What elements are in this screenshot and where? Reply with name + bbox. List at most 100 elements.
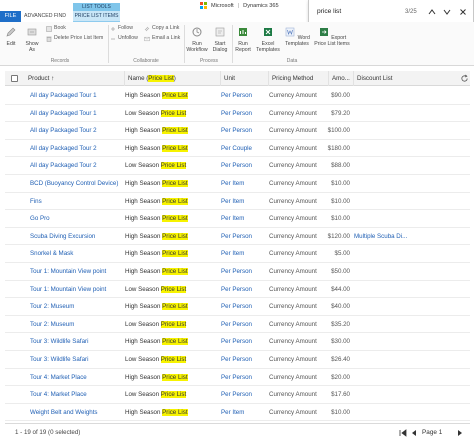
unit-link[interactable]: Per Person: [221, 351, 267, 368]
tab-file[interactable]: FILE: [0, 11, 21, 22]
unit-link[interactable]: Per Person: [221, 298, 267, 315]
first-page-icon[interactable]: [398, 424, 408, 442]
product-link[interactable]: Scuba Diving Excursion: [30, 228, 125, 245]
product-link[interactable]: Tour 3: Wildlife Safari: [30, 351, 125, 368]
product-link[interactable]: Tour 1: Mountain View point: [30, 263, 125, 280]
show-as-button[interactable]: Show As: [22, 26, 42, 53]
discount-list-link[interactable]: [354, 193, 444, 210]
tab-price-list-items[interactable]: PRICE LIST ITEMS: [73, 11, 120, 22]
find-next-icon[interactable]: [442, 6, 452, 18]
delete-price-list-item-button[interactable]: Delete Price List Item: [46, 34, 103, 43]
table-row[interactable]: Tour 1: Mountain View point High Season P…: [5, 263, 470, 281]
unit-link[interactable]: Per Person: [221, 263, 267, 280]
start-dialog-button[interactable]: Start Dialog: [210, 26, 230, 53]
product-link[interactable]: Go Pro: [30, 210, 125, 227]
unit-link[interactable]: Per Item: [221, 404, 267, 421]
unit-link[interactable]: Per Item: [221, 210, 267, 227]
unit-link[interactable]: Per Item: [221, 245, 267, 262]
tab-advanced-find[interactable]: ADVANCED FIND: [24, 11, 66, 22]
column-header-pricing-method[interactable]: Pricing Method: [269, 71, 329, 86]
table-row[interactable]: All day Packaged Tour 2 Low Season Price …: [5, 157, 470, 175]
table-row[interactable]: Tour 3: Wildlife Safari Low Season Price …: [5, 351, 470, 369]
unit-link[interactable]: Per Person: [221, 281, 267, 298]
column-header-amount[interactable]: Amo...: [329, 71, 354, 86]
find-previous-icon[interactable]: [427, 6, 437, 18]
table-row[interactable]: Tour 4: Market Place High Season Price Li…: [5, 369, 470, 387]
table-row[interactable]: Weight Belt and Weights High Season Price…: [5, 404, 470, 422]
unit-link[interactable]: Per Person: [221, 316, 267, 333]
unit-link[interactable]: Per Item: [221, 175, 267, 192]
product-link[interactable]: Tour 2: Museum: [30, 298, 125, 315]
excel-templates-button[interactable]: Excel Templates: [255, 26, 281, 53]
discount-list-link[interactable]: [354, 157, 444, 174]
product-link[interactable]: Tour 4: Market Place: [30, 386, 125, 403]
previous-page-icon[interactable]: [410, 424, 418, 442]
copy-link-button[interactable]: Copy a Link: [144, 24, 179, 33]
table-row[interactable]: Tour 2: Museum Low Season Price List Per P…: [5, 316, 470, 334]
unit-link[interactable]: Per Person: [221, 386, 267, 403]
export-price-list-items-button[interactable]: Export Price List Items: [313, 26, 351, 47]
product-link[interactable]: All day Packaged Tour 1: [30, 105, 125, 122]
discount-list-link[interactable]: [354, 122, 444, 139]
run-report-button[interactable]: Run Report: [233, 26, 253, 53]
discount-list-link[interactable]: [354, 351, 444, 368]
product-link[interactable]: BCD (Buoyancy Control Device): [30, 175, 125, 192]
unit-link[interactable]: Per Person: [221, 105, 267, 122]
run-workflow-button[interactable]: Run Workflow: [186, 26, 208, 53]
product-link[interactable]: Fins: [30, 193, 125, 210]
unit-link[interactable]: Per Person: [221, 87, 267, 104]
product-link[interactable]: Tour 4: Market Place: [30, 369, 125, 386]
product-link[interactable]: All day Packaged Tour 1: [30, 87, 125, 104]
product-link[interactable]: All day Packaged Tour 2: [30, 122, 125, 139]
table-row[interactable]: All day Packaged Tour 2 High Season Price…: [5, 122, 470, 140]
table-row[interactable]: Tour 4: Market Place Low Season Price Lis…: [5, 386, 470, 404]
column-header-unit[interactable]: Unit: [221, 71, 269, 86]
table-row[interactable]: All day Packaged Tour 1 High Season Price…: [5, 87, 470, 105]
book-button[interactable]: Book: [46, 24, 66, 33]
follow-button[interactable]: Follow: [110, 24, 133, 33]
email-link-button[interactable]: Email a Link: [144, 34, 180, 43]
column-header-discount-list[interactable]: Discount List: [354, 71, 454, 86]
word-templates-button[interactable]: Word Templates: [284, 26, 310, 47]
unit-link[interactable]: Per Item: [221, 193, 267, 210]
discount-list-link[interactable]: [354, 369, 444, 386]
product-link[interactable]: All day Packaged Tour 2: [30, 157, 125, 174]
product-link[interactable]: Tour 2: Museum: [30, 316, 125, 333]
discount-list-link[interactable]: [354, 175, 444, 192]
table-row[interactable]: All day Packaged Tour 1 Low Season Price …: [5, 105, 470, 123]
discount-list-link[interactable]: [354, 105, 444, 122]
discount-list-link[interactable]: [354, 298, 444, 315]
discount-list-link[interactable]: [354, 87, 444, 104]
table-row[interactable]: Go Pro High Season Price List Per Item Curr…: [5, 210, 470, 228]
unit-link[interactable]: Per Person: [221, 369, 267, 386]
find-input[interactable]: price list: [317, 6, 397, 18]
unit-link[interactable]: Per Person: [221, 157, 267, 174]
unfollow-button[interactable]: Unfollow: [110, 34, 138, 43]
column-header-product[interactable]: Product ↑: [25, 71, 125, 86]
product-link[interactable]: All day Packaged Tour 2: [30, 140, 125, 157]
column-header-name[interactable]: Name (Price List): [125, 71, 221, 86]
select-all-checkbox[interactable]: [11, 75, 18, 82]
discount-list-link[interactable]: [354, 245, 444, 262]
next-page-icon[interactable]: [456, 424, 464, 442]
table-row[interactable]: BCD (Buoyancy Control Device) High Season…: [5, 175, 470, 193]
discount-list-link[interactable]: [354, 140, 444, 157]
discount-list-link[interactable]: [354, 263, 444, 280]
refresh-icon[interactable]: [460, 74, 469, 83]
discount-list-link[interactable]: [354, 281, 444, 298]
discount-list-link[interactable]: [354, 386, 444, 403]
product-link[interactable]: Snorkel & Mask: [30, 245, 125, 262]
unit-link[interactable]: Per Person: [221, 333, 267, 350]
table-row[interactable]: Fins High Season Price List Per Item Curren…: [5, 193, 470, 211]
discount-list-link[interactable]: Multiple Scuba Di...: [354, 228, 444, 245]
product-link[interactable]: Weight Belt and Weights: [30, 404, 125, 421]
unit-link[interactable]: Per Person: [221, 122, 267, 139]
discount-list-link[interactable]: [354, 316, 444, 333]
unit-link[interactable]: Per Couple: [221, 140, 267, 157]
product-link[interactable]: Tour 3: Wildlife Safari: [30, 333, 125, 350]
table-row[interactable]: Snorkel & Mask High Season Price List Per …: [5, 245, 470, 263]
discount-list-link[interactable]: [354, 210, 444, 227]
unit-link[interactable]: Per Person: [221, 228, 267, 245]
table-row[interactable]: All day Packaged Tour 2 High Season Price…: [5, 140, 470, 158]
table-row[interactable]: Tour 2: Museum High Season Price List Per …: [5, 298, 470, 316]
